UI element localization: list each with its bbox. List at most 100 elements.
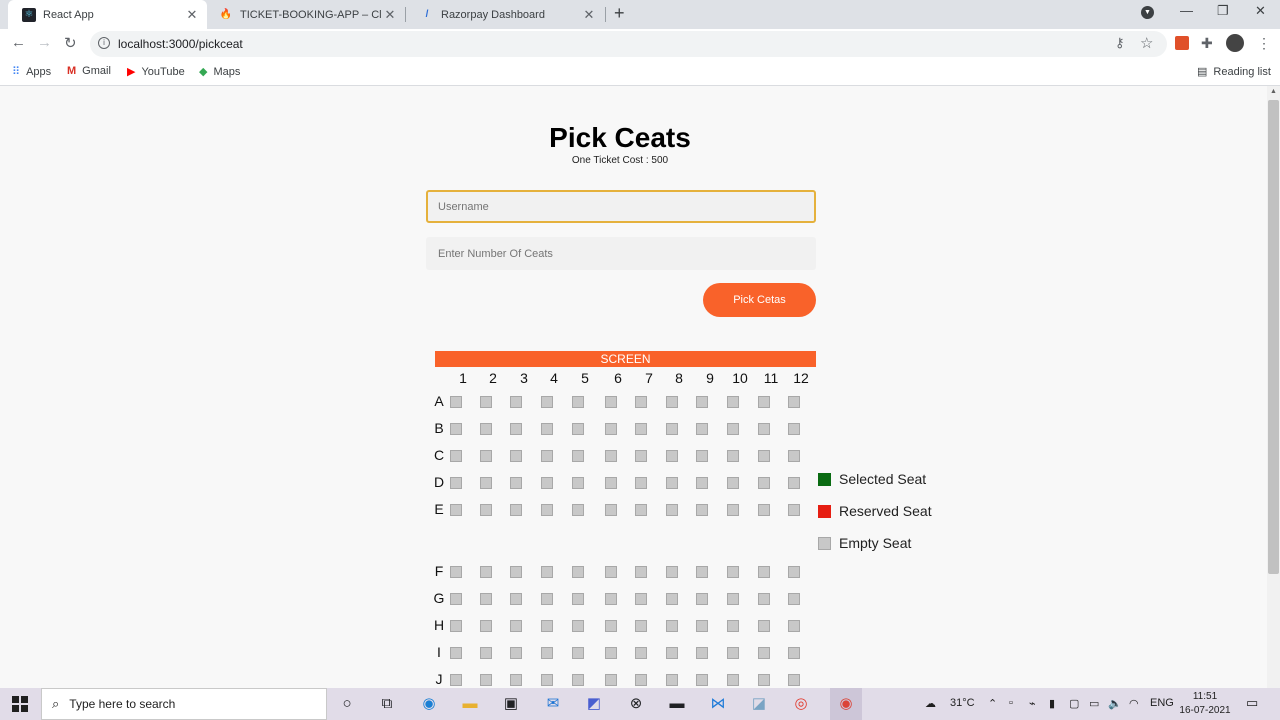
bookmark-maps[interactable]: ◆ Maps — [199, 65, 240, 79]
seat-checkbox[interactable] — [666, 647, 678, 659]
seat-checkbox[interactable] — [541, 674, 553, 686]
seat-checkbox[interactable] — [758, 674, 770, 686]
seat-checkbox[interactable] — [696, 566, 708, 578]
seat-checkbox[interactable] — [541, 477, 553, 489]
seat-checkbox[interactable] — [758, 450, 770, 462]
seat-checkbox[interactable] — [727, 396, 739, 408]
seat-checkbox[interactable] — [635, 450, 647, 462]
microphone-icon[interactable]: ▮ — [1049, 697, 1055, 710]
new-tab-button[interactable]: + — [614, 3, 625, 24]
seat-checkbox[interactable] — [666, 423, 678, 435]
seat-checkbox[interactable] — [480, 396, 492, 408]
seat-checkbox[interactable] — [758, 593, 770, 605]
seat-checkbox[interactable] — [788, 566, 800, 578]
recorder-icon[interactable]: ◎ — [790, 694, 812, 714]
seat-checkbox[interactable] — [450, 477, 462, 489]
seat-checkbox[interactable] — [541, 396, 553, 408]
seat-checkbox[interactable] — [696, 593, 708, 605]
seat-checkbox[interactable] — [605, 566, 617, 578]
seat-checkbox[interactable] — [450, 593, 462, 605]
xbox-icon[interactable]: ⊗ — [625, 694, 647, 714]
seat-checkbox[interactable] — [727, 450, 739, 462]
seat-checkbox[interactable] — [788, 450, 800, 462]
seat-checkbox[interactable] — [758, 396, 770, 408]
seat-checkbox[interactable] — [666, 566, 678, 578]
seat-checkbox[interactable] — [572, 504, 584, 516]
bookmark-youtube[interactable]: ▶ YouTube — [127, 65, 185, 79]
seat-checkbox[interactable] — [510, 504, 522, 516]
seat-checkbox[interactable] — [727, 620, 739, 632]
seat-checkbox[interactable] — [480, 423, 492, 435]
seat-checkbox[interactable] — [480, 674, 492, 686]
seat-checkbox[interactable] — [696, 450, 708, 462]
close-tab-icon[interactable]: ✕ — [183, 7, 201, 23]
seat-checkbox[interactable] — [605, 450, 617, 462]
username-input[interactable] — [426, 190, 816, 223]
seat-checkbox[interactable] — [635, 647, 647, 659]
back-icon[interactable]: ← — [11, 34, 26, 51]
reload-icon[interactable]: ↻ — [64, 34, 77, 52]
seat-checkbox[interactable] — [696, 396, 708, 408]
seat-checkbox[interactable] — [480, 504, 492, 516]
seat-checkbox[interactable] — [450, 504, 462, 516]
seat-checkbox[interactable] — [727, 423, 739, 435]
restore-icon[interactable]: ❐ — [1217, 3, 1229, 19]
seat-checkbox[interactable] — [510, 647, 522, 659]
bookmark-gmail[interactable]: M Gmail — [67, 65, 111, 77]
seat-checkbox[interactable] — [510, 674, 522, 686]
seat-checkbox[interactable] — [788, 593, 800, 605]
seat-checkbox[interactable] — [572, 566, 584, 578]
seat-checkbox[interactable] — [758, 647, 770, 659]
seat-checkbox[interactable] — [605, 423, 617, 435]
seat-checkbox[interactable] — [450, 423, 462, 435]
seat-checkbox[interactable] — [605, 674, 617, 686]
seat-checkbox[interactable] — [758, 504, 770, 516]
volume-icon[interactable]: 🔈 — [1108, 697, 1122, 710]
scrollbar-thumb[interactable] — [1268, 100, 1279, 574]
seat-checkbox[interactable] — [572, 450, 584, 462]
seat-checkbox[interactable] — [541, 647, 553, 659]
seat-checkbox[interactable] — [480, 593, 492, 605]
seat-checkbox[interactable] — [727, 504, 739, 516]
store-icon[interactable]: ▣ — [500, 694, 522, 714]
seat-checkbox[interactable] — [510, 620, 522, 632]
wifi-icon[interactable]: ◠ — [1129, 697, 1139, 710]
seat-checkbox[interactable] — [450, 674, 462, 686]
app-icon-2[interactable]: ◪ — [748, 694, 770, 714]
profile-avatar[interactable] — [1226, 34, 1244, 52]
seat-checkbox[interactable] — [666, 477, 678, 489]
windows-start-icon[interactable] — [12, 696, 28, 712]
seat-checkbox[interactable] — [758, 566, 770, 578]
seat-checkbox[interactable] — [480, 566, 492, 578]
seat-checkbox[interactable] — [510, 423, 522, 435]
edge-icon[interactable]: ◉ — [418, 694, 440, 714]
seat-checkbox[interactable] — [758, 477, 770, 489]
task-view-icon[interactable]: ⧉ — [376, 694, 398, 714]
seat-checkbox[interactable] — [510, 477, 522, 489]
address-bar[interactable]: i localhost:3000/pickceat ⚷ ☆ — [90, 31, 1167, 57]
meet-icon[interactable]: ▢ — [1069, 697, 1079, 710]
seat-checkbox[interactable] — [788, 674, 800, 686]
seat-checkbox[interactable] — [788, 620, 800, 632]
seat-checkbox[interactable] — [450, 396, 462, 408]
seat-checkbox[interactable] — [635, 566, 647, 578]
seat-checkbox[interactable] — [635, 620, 647, 632]
tab-firebase[interactable]: 🔥 TICKET-BOOKING-APP – Cloud F ✕ — [205, 0, 405, 29]
seat-checkbox[interactable] — [788, 504, 800, 516]
vscode-icon[interactable]: ⋈ — [707, 694, 729, 714]
seat-checkbox[interactable] — [758, 620, 770, 632]
seat-checkbox[interactable] — [727, 647, 739, 659]
seat-checkbox[interactable] — [541, 423, 553, 435]
site-info-icon[interactable]: i — [98, 37, 110, 49]
seat-checkbox[interactable] — [541, 620, 553, 632]
seat-checkbox[interactable] — [727, 593, 739, 605]
seat-checkbox[interactable] — [666, 396, 678, 408]
seat-checkbox[interactable] — [541, 450, 553, 462]
tray-icon[interactable]: ▫ — [1009, 697, 1013, 709]
seat-checkbox[interactable] — [666, 450, 678, 462]
seat-checkbox[interactable] — [666, 593, 678, 605]
seat-checkbox[interactable] — [480, 620, 492, 632]
seat-checkbox[interactable] — [758, 423, 770, 435]
seat-checkbox[interactable] — [635, 477, 647, 489]
app-icon[interactable]: ◩ — [583, 694, 605, 714]
